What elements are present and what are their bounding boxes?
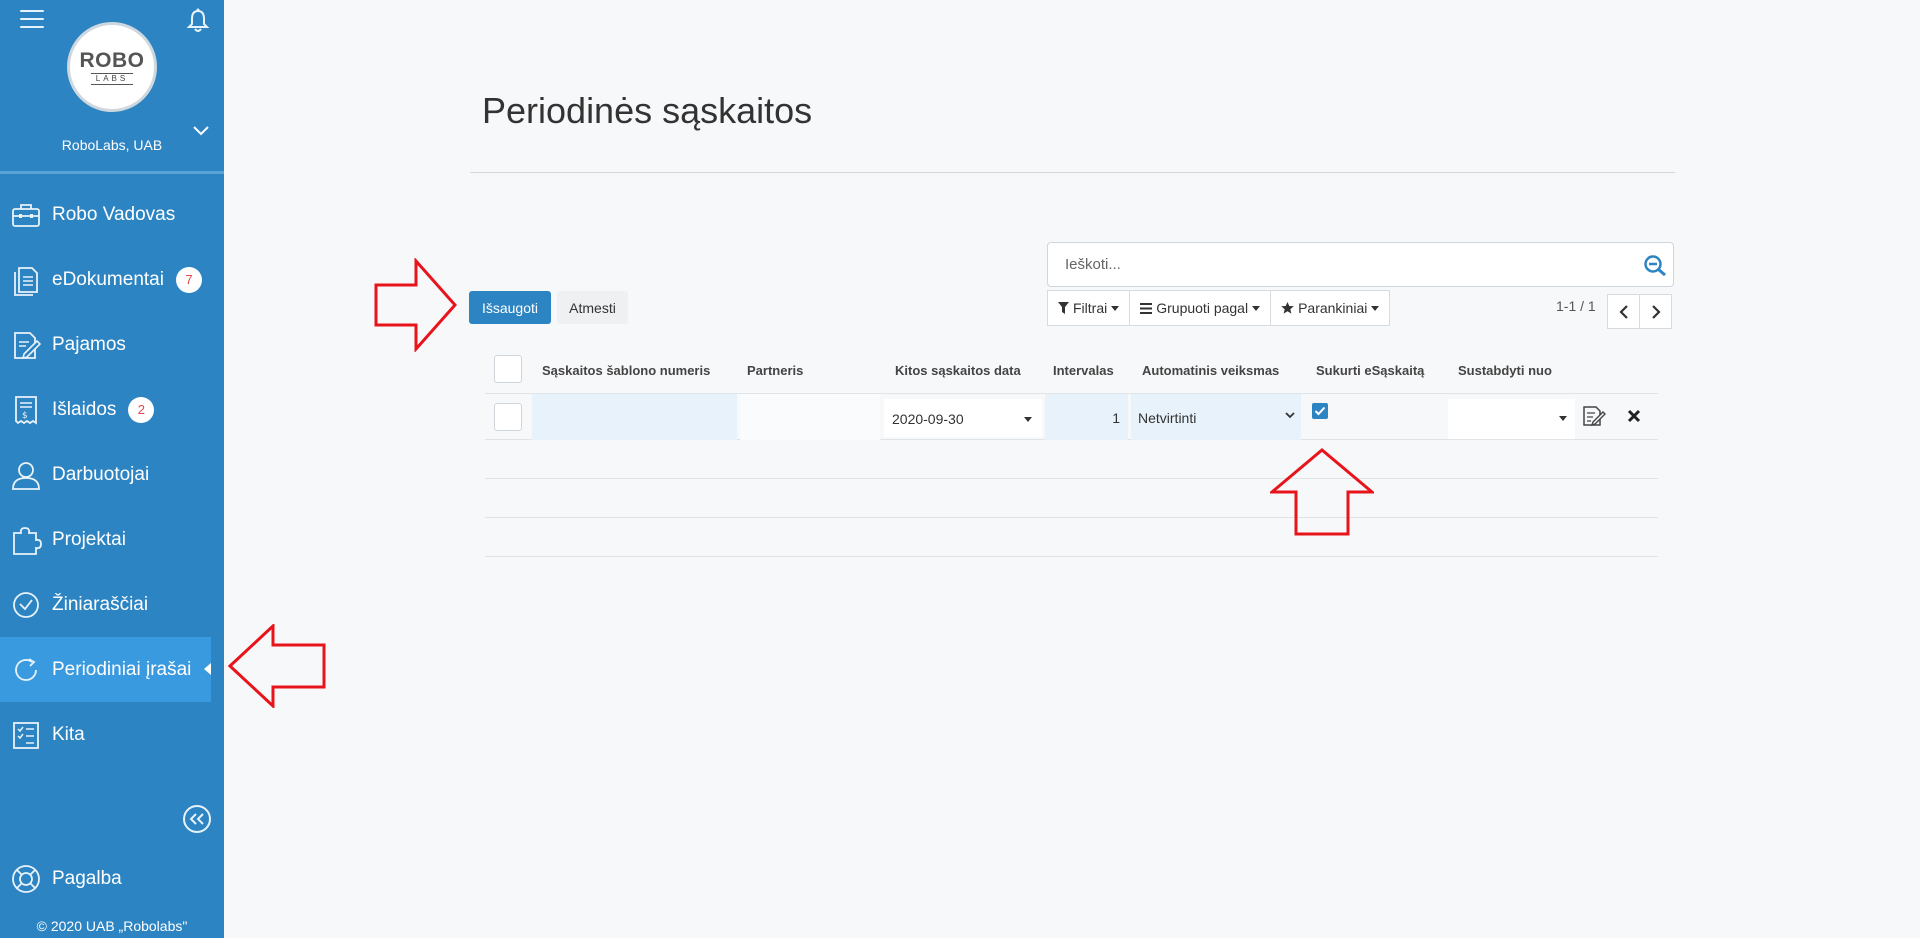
stop-from-field[interactable] xyxy=(1448,399,1575,439)
sidebar-item-label: Robo Vadovas xyxy=(52,203,176,225)
next-date-value: 2020-09-30 xyxy=(892,411,964,427)
partner-field[interactable] xyxy=(740,394,880,440)
title-divider xyxy=(470,172,1675,173)
sidebar-item-kita[interactable]: Kita xyxy=(0,702,224,767)
empty-row xyxy=(485,518,1658,557)
logo-subtext: LABS xyxy=(90,72,134,85)
pager-next-button[interactable] xyxy=(1639,294,1672,329)
sidebar-item-pajamos[interactable]: Pajamos xyxy=(0,312,224,377)
column-header[interactable]: Sąskaitos šablono numeris xyxy=(542,363,710,378)
sidebar-item-robo-vadovas[interactable]: Robo Vadovas xyxy=(0,182,224,247)
notification-badge: 2 xyxy=(128,396,155,423)
svg-text:$: $ xyxy=(22,411,28,421)
menu-icon[interactable] xyxy=(20,10,44,30)
template-number-field[interactable] xyxy=(532,394,737,440)
logo-text: ROBO xyxy=(79,48,145,72)
user-icon xyxy=(12,461,40,490)
periodic-invoices-table: Sąskaitos šablono numeris Partneris Kito… xyxy=(485,352,1658,557)
filters-label: Filtrai xyxy=(1073,300,1108,316)
column-header[interactable]: Partneris xyxy=(747,363,803,378)
edit-document-icon xyxy=(14,331,42,359)
sidebar-item-label: Projektai xyxy=(52,528,126,550)
refresh-icon xyxy=(15,657,37,681)
annotation-arrow-left-icon xyxy=(228,624,326,708)
edit-icon[interactable] xyxy=(1582,405,1606,427)
group-by-dropdown[interactable]: Grupuoti pagal xyxy=(1129,290,1272,326)
group-by-label: Grupuoti pagal xyxy=(1156,300,1249,316)
sidebar-item-label: Periodiniai įrašai xyxy=(52,658,192,680)
sidebar-item-label: Darbuotojai xyxy=(52,463,150,485)
search-toolbar: Filtrai Grupuoti pagal Parankiniai xyxy=(1047,290,1391,326)
star-icon xyxy=(1281,302,1294,314)
search-icon[interactable] xyxy=(1643,254,1667,276)
lifebuoy-icon xyxy=(12,865,40,893)
sidebar-header: ROBO LABS RoboLabs, UAB xyxy=(0,0,224,174)
table-header: Sąskaitos šablono numeris Partneris Kito… xyxy=(485,352,1658,394)
empty-row xyxy=(485,479,1658,518)
row-checkbox[interactable] xyxy=(494,403,522,431)
sidebar-item-label: Išlaidos xyxy=(52,398,117,420)
checkmark-icon xyxy=(1314,406,1326,416)
column-header[interactable]: Kitos sąskaitos data xyxy=(895,363,1021,378)
list-icon xyxy=(1140,302,1153,314)
checklist-icon xyxy=(13,721,39,749)
save-button[interactable]: Išsaugoti xyxy=(469,291,551,324)
next-date-field[interactable]: 2020-09-30 xyxy=(884,399,1042,437)
create-einvoice-checkbox[interactable] xyxy=(1312,403,1328,419)
bell-icon[interactable] xyxy=(186,8,210,34)
notification-badge: 7 xyxy=(175,266,202,293)
automatic-action-value: Netvirtinti xyxy=(1138,410,1197,426)
empty-row xyxy=(485,440,1658,479)
sidebar-item-darbuotojai[interactable]: Darbuotojai xyxy=(0,442,224,507)
search-input[interactable] xyxy=(1048,243,1608,286)
sidebar-nav: Robo Vadovas eDokumentai 7 Pajamos $ Išl… xyxy=(0,182,224,767)
sidebar-item-periodiniai-irasai[interactable]: Periodiniai įrašai xyxy=(0,637,211,702)
chevron-down-icon[interactable] xyxy=(192,124,210,136)
help-link[interactable]: Pagalba xyxy=(0,848,224,910)
sidebar-item-edokumentai[interactable]: eDokumentai 7 xyxy=(0,247,224,312)
delete-icon[interactable] xyxy=(1627,409,1641,423)
search-box xyxy=(1047,242,1674,287)
annotation-arrow-right-icon xyxy=(374,258,458,352)
annotation-arrow-up-icon xyxy=(1270,448,1374,536)
favorites-label: Parankiniai xyxy=(1298,300,1368,316)
column-header[interactable]: Automatinis veiksmas xyxy=(1142,363,1279,378)
page-title: Periodinės sąskaitos xyxy=(482,90,813,131)
receipt-icon: $ xyxy=(15,395,37,425)
pager-previous-button[interactable] xyxy=(1607,294,1640,329)
favorites-dropdown[interactable]: Parankiniai xyxy=(1270,290,1391,326)
help-label: Pagalba xyxy=(52,868,122,889)
sidebar-item-ziniarasciai[interactable]: Žiniaraščiai xyxy=(0,572,224,637)
filters-dropdown[interactable]: Filtrai xyxy=(1047,290,1131,326)
sidebar-item-projektai[interactable]: Projektai xyxy=(0,507,224,572)
pager-value: 1-1 / 1 xyxy=(1556,298,1596,314)
cancel-button[interactable]: Atmesti xyxy=(557,291,628,324)
filter-icon xyxy=(1058,302,1069,314)
sidebar-item-label: Pajamos xyxy=(52,333,126,355)
select-all-checkbox[interactable] xyxy=(494,355,522,383)
table-row-editing: 2020-09-30 1 Netvirtinti xyxy=(485,394,1658,440)
column-header[interactable]: Sustabdyti nuo xyxy=(1458,363,1552,378)
company-logo: ROBO LABS xyxy=(67,22,157,112)
puzzle-icon xyxy=(13,526,42,555)
sidebar-item-label: Žiniaraščiai xyxy=(52,593,149,615)
column-header[interactable]: Sukurti eSąskaitą xyxy=(1316,363,1424,378)
documents-icon xyxy=(14,266,38,296)
sidebar: ROBO LABS RoboLabs, UAB Robo Vadovas eDo… xyxy=(0,0,224,938)
sidebar-item-label: eDokumentai xyxy=(52,268,164,290)
sidebar-item-islaidos[interactable]: $ Išlaidos 2 xyxy=(0,377,224,442)
copyright: © 2020 UAB „Robolabs" xyxy=(36,918,188,934)
chevron-right-icon xyxy=(1651,304,1661,319)
chevron-left-icon xyxy=(1618,304,1628,319)
company-name: RoboLabs, UAB xyxy=(61,137,163,153)
clock-icon xyxy=(13,591,39,618)
chevron-down-icon xyxy=(1285,412,1295,419)
column-header[interactable]: Intervalas xyxy=(1053,363,1114,378)
collapse-sidebar-icon[interactable] xyxy=(183,805,211,833)
interval-field[interactable]: 1 xyxy=(1045,394,1128,440)
briefcase-icon xyxy=(12,203,40,227)
sidebar-item-label: Kita xyxy=(52,723,85,745)
automatic-action-select[interactable]: Netvirtinti xyxy=(1131,394,1301,440)
